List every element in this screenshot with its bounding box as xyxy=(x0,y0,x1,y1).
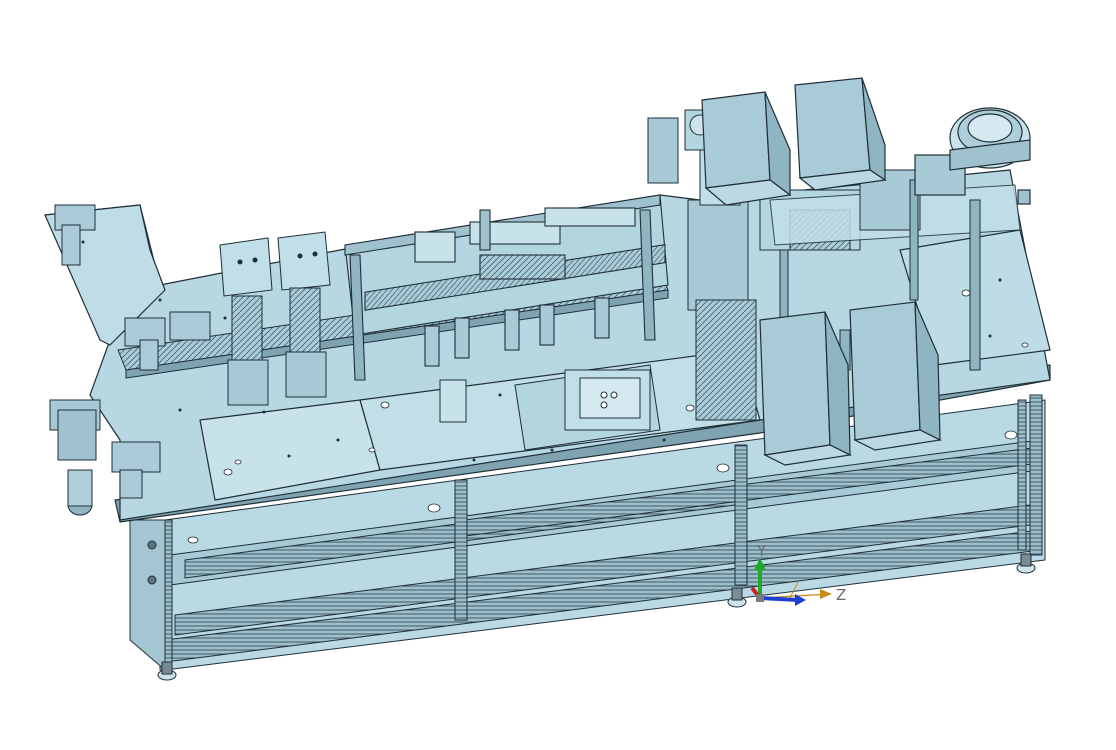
bin-top-left xyxy=(701,91,792,206)
z-axis-arrow xyxy=(759,596,799,602)
z-axis-extension-arrow xyxy=(820,589,832,599)
machine-model[interactable]: Y Z xyxy=(0,0,1116,750)
y-axis-label: Y xyxy=(756,542,767,560)
z-axis-label: Z xyxy=(836,586,846,604)
bin-top-right xyxy=(794,77,887,191)
3d-viewport[interactable]: ······· xyxy=(0,0,1116,750)
